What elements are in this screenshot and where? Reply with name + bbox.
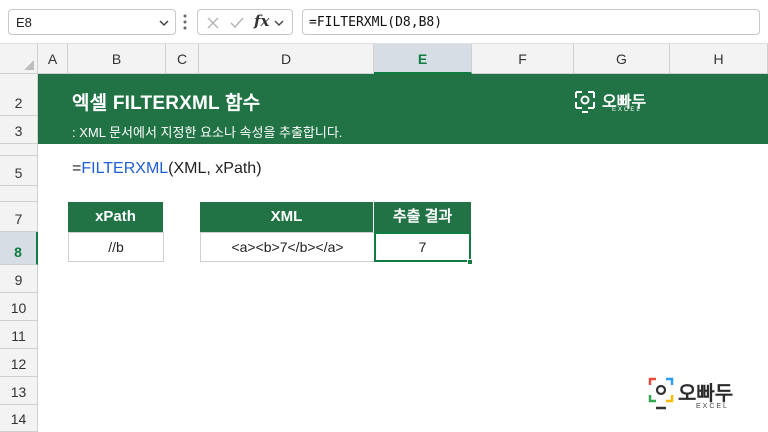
row-label: 12 xyxy=(10,356,27,372)
row-label: 10 xyxy=(10,300,27,316)
formula-input[interactable]: =FILTERXML(D8,B8) xyxy=(302,9,760,35)
select-all-button[interactable] xyxy=(0,44,38,74)
function-syntax: =FILTERXML(XML, xPath) xyxy=(72,160,262,178)
logo-icon xyxy=(648,377,674,410)
title-banner: 엑셀 FILTERXML 함수 : XML 문서에서 지정한 요소나 속성을 추… xyxy=(38,74,768,144)
xpath-value-cell[interactable]: //b xyxy=(68,232,164,262)
brand-logo: 오빠두 EXCEL xyxy=(574,88,674,118)
column-header-c[interactable]: C xyxy=(166,44,199,74)
row-header-10[interactable]: 10 xyxy=(0,293,38,321)
row-label: 14 xyxy=(10,411,27,427)
row-label: 3 xyxy=(14,123,23,139)
logo-icon xyxy=(575,91,595,113)
cancel-icon[interactable] xyxy=(204,14,222,32)
xml-value-cell[interactable]: <a><b>7</b></a> xyxy=(200,232,375,262)
spreadsheet-grid: A B C D E F G H 2 3 5 7 8 9 10 11 12 13 … xyxy=(0,44,768,432)
row-header-9[interactable]: 9 xyxy=(0,265,38,293)
xml-header: XML xyxy=(200,202,374,232)
watermark-text: 오빠두 xyxy=(678,383,734,405)
watermark-subtext: EXCEL xyxy=(696,403,729,410)
row-label: 9 xyxy=(14,272,23,288)
watermark-logo: 오빠두 EXCEL xyxy=(644,375,756,419)
row-label: 7 xyxy=(14,211,23,227)
column-header-h[interactable]: H xyxy=(670,44,768,74)
row-header-2[interactable]: 2 xyxy=(0,74,38,116)
chevron-down-icon[interactable] xyxy=(272,14,286,32)
formula-text: =FILTERXML(D8,B8) xyxy=(309,15,443,30)
banner-subtitle: : XML 문서에서 지정한 요소나 속성을 추출합니다. xyxy=(72,125,343,140)
row-label: 2 xyxy=(14,95,23,111)
row-header-8[interactable]: 8 xyxy=(0,232,38,265)
column-header-e[interactable]: E xyxy=(374,44,472,74)
row-header-7[interactable]: 7 xyxy=(0,202,38,232)
column-header-f[interactable]: F xyxy=(472,44,574,74)
row-header-4[interactable] xyxy=(0,144,38,156)
row-header-13[interactable]: 13 xyxy=(0,377,38,405)
column-header-b[interactable]: B xyxy=(68,44,166,74)
banner-title: 엑셀 FILTERXML 함수 xyxy=(72,93,261,114)
syntax-args: (XML, xPath) xyxy=(168,160,262,177)
syntax-function-name: FILTERXML xyxy=(81,160,169,177)
fill-handle[interactable] xyxy=(467,259,473,265)
row-header-12[interactable]: 12 xyxy=(0,349,38,377)
name-box-value: E8 xyxy=(16,15,32,30)
row-label: 5 xyxy=(14,165,23,181)
chevron-down-icon[interactable] xyxy=(158,17,170,29)
name-box[interactable]: E8 xyxy=(8,9,176,35)
result-header: 추출 결과 xyxy=(374,202,471,232)
xpath-header: xPath xyxy=(68,202,164,232)
column-header-d[interactable]: D xyxy=(199,44,374,74)
row-label: 13 xyxy=(10,384,27,400)
row-header-11[interactable]: 11 xyxy=(0,321,38,349)
formula-buttons: fx xyxy=(197,9,293,35)
enter-check-icon[interactable] xyxy=(228,14,246,32)
column-header-a[interactable]: A xyxy=(38,44,68,74)
formula-bar: E8 fx =FILTERXML(D8,B8) xyxy=(0,0,768,44)
row-header-6[interactable] xyxy=(0,186,38,202)
select-all-icon xyxy=(24,60,34,70)
row-header-14[interactable]: 14 xyxy=(0,405,38,432)
row-label: 11 xyxy=(11,328,26,344)
row-header-3[interactable]: 3 xyxy=(0,116,38,144)
row-header-5[interactable]: 5 xyxy=(0,156,38,186)
insert-function-button[interactable]: fx xyxy=(254,12,269,30)
column-header-g[interactable]: G xyxy=(574,44,670,74)
logo-subtext: EXCEL xyxy=(612,107,642,113)
row-label: 8 xyxy=(14,244,22,260)
result-value-cell[interactable]: 7 xyxy=(374,232,471,262)
syntax-prefix: = xyxy=(72,160,82,177)
more-options-icon[interactable] xyxy=(182,13,188,31)
